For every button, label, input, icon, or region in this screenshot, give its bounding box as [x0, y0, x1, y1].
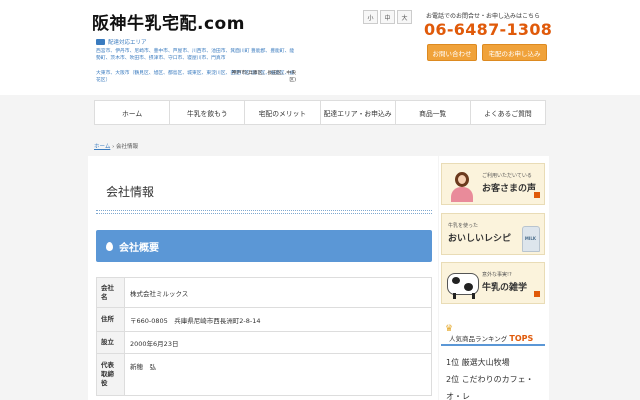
- truck-icon: [96, 39, 105, 45]
- cow-leg: [472, 293, 475, 299]
- site-title[interactable]: 阪神牛乳宅配.com: [92, 9, 245, 34]
- milk-can-label: MILK: [524, 236, 536, 241]
- recipe-caption: 牛乳を使った: [448, 223, 479, 229]
- customer-voice-banner[interactable]: ご利用いただいている お客さまの声: [441, 163, 545, 205]
- font-size-medium-button[interactable]: 中: [380, 10, 395, 24]
- recipe-banner[interactable]: 牛乳を使った おいしいレシピ MILK: [441, 213, 545, 255]
- cow-icon: [447, 273, 479, 299]
- breadcrumb: ホーム › 会社情報: [94, 142, 138, 150]
- woman-body: [451, 187, 473, 202]
- apply-delivery-button[interactable]: 宅配のお申し込み: [482, 44, 547, 61]
- trivia-title: 牛乳の雑学: [482, 283, 528, 293]
- trivia-caption: 意外な事実!?: [482, 272, 512, 278]
- arrow-icon: [534, 192, 540, 198]
- breadcrumb-separator: ›: [112, 144, 115, 150]
- table-row: 代表取締役 新穂 弘: [96, 353, 432, 396]
- delivery-area-kobe: 神戸市(兵庫区、長田区、中央区): [231, 71, 296, 84]
- list-item[interactable]: 1位 厳選大山牧場: [446, 354, 546, 371]
- nav-item-faq[interactable]: よくあるご質問: [471, 101, 545, 124]
- font-size-switcher: 小 中 大: [363, 10, 412, 24]
- ranking-list: 1位 厳選大山牧場 2位 こだわりのカフェ・オ・レ: [446, 354, 546, 400]
- company-info-table: 会社名 株式会社ミルックス 住所 〒660-0805 兵庫県尼崎市西長洲町2-8…: [96, 277, 432, 396]
- global-nav: ホーム 牛乳を飲もう 宅配のメリット 配達エリア・お申込み 商品一覧 よくあるご…: [94, 100, 546, 125]
- table-value: 2000年6月23日: [124, 331, 432, 354]
- woman-icon: [448, 170, 476, 202]
- customer-voice-caption: ご利用いただいている: [482, 173, 532, 179]
- table-row: 設立 2000年6月23日: [96, 331, 432, 354]
- nav-item-merits[interactable]: 宅配のメリット: [245, 101, 321, 124]
- header: 阪神牛乳宅配.com 配達対応エリア 西宮市、伊丹市、尼崎市、豊中市、芦屋市、川…: [0, 0, 640, 95]
- table-row: 会社名 株式会社ミルックス: [96, 277, 432, 308]
- title-divider: [96, 210, 432, 214]
- nav-item-area-apply[interactable]: 配達エリア・お申込み: [321, 101, 396, 124]
- nav-item-products[interactable]: 商品一覧: [396, 101, 471, 124]
- ranking-title-text: 人気商品ランキング: [449, 335, 508, 343]
- table-label: 設立: [96, 331, 125, 354]
- cow-leg: [453, 293, 456, 299]
- delivery-area-label-text: 配達対応エリア: [108, 40, 147, 46]
- milk-drop-icon: [106, 241, 113, 251]
- table-value: 〒660-0805 兵庫県尼崎市西長洲町2-8-14: [124, 307, 432, 332]
- ranking-tops-label: TOPS: [509, 334, 534, 343]
- page-title: 会社情報: [106, 185, 155, 199]
- customer-voice-title: お客さまの声: [482, 184, 537, 194]
- list-item[interactable]: 2位 こだわりのカフェ・オ・レ: [446, 371, 546, 400]
- delivery-area-list[interactable]: 西宮市、伊丹市、尼崎市、豊中市、芦屋市、川西市、池田市、箕面川町 豊能郡、豊能町…: [96, 48, 296, 62]
- recipe-title: おいしいレシピ: [448, 234, 512, 244]
- font-size-large-button[interactable]: 大: [397, 10, 412, 24]
- tel-number[interactable]: 06-6487-1308: [424, 20, 552, 39]
- table-label: 代表取締役: [96, 353, 125, 396]
- woman-head: [455, 172, 469, 187]
- table-row: 住所 〒660-0805 兵庫県尼崎市西長洲町2-8-14: [96, 307, 432, 332]
- ranking-header: ♛ 人気商品ランキング TOPS: [441, 320, 545, 346]
- tel-caption: お電話でのお問合せ・お申し込みはこちら: [426, 13, 541, 20]
- milk-trivia-banner[interactable]: 意外な事実!? 牛乳の雑学: [441, 262, 545, 304]
- font-size-small-button[interactable]: 小: [363, 10, 378, 24]
- arrow-icon: [534, 291, 540, 297]
- nav-item-home[interactable]: ホーム: [95, 101, 171, 124]
- delivery-area-label: 配達対応エリア: [96, 38, 147, 46]
- contact-button[interactable]: お問い合わせ: [427, 44, 477, 61]
- section-heading-text: 会社概要: [119, 242, 159, 254]
- nav-item-drink-milk[interactable]: 牛乳を飲もう: [170, 101, 246, 124]
- breadcrumb-current: 会社情報: [116, 144, 139, 150]
- section-heading: 会社概要: [96, 230, 432, 262]
- cow-spot: [464, 283, 473, 291]
- table-value: 新穂 弘: [124, 353, 432, 396]
- table-label: 住所: [96, 307, 125, 332]
- ranking-title: 人気商品ランキング TOPS: [449, 333, 533, 343]
- table-value: 株式会社ミルックス: [124, 277, 432, 308]
- breadcrumb-home-link[interactable]: ホーム: [94, 144, 110, 150]
- table-label: 会社名: [96, 277, 125, 308]
- cow-spot: [452, 277, 460, 284]
